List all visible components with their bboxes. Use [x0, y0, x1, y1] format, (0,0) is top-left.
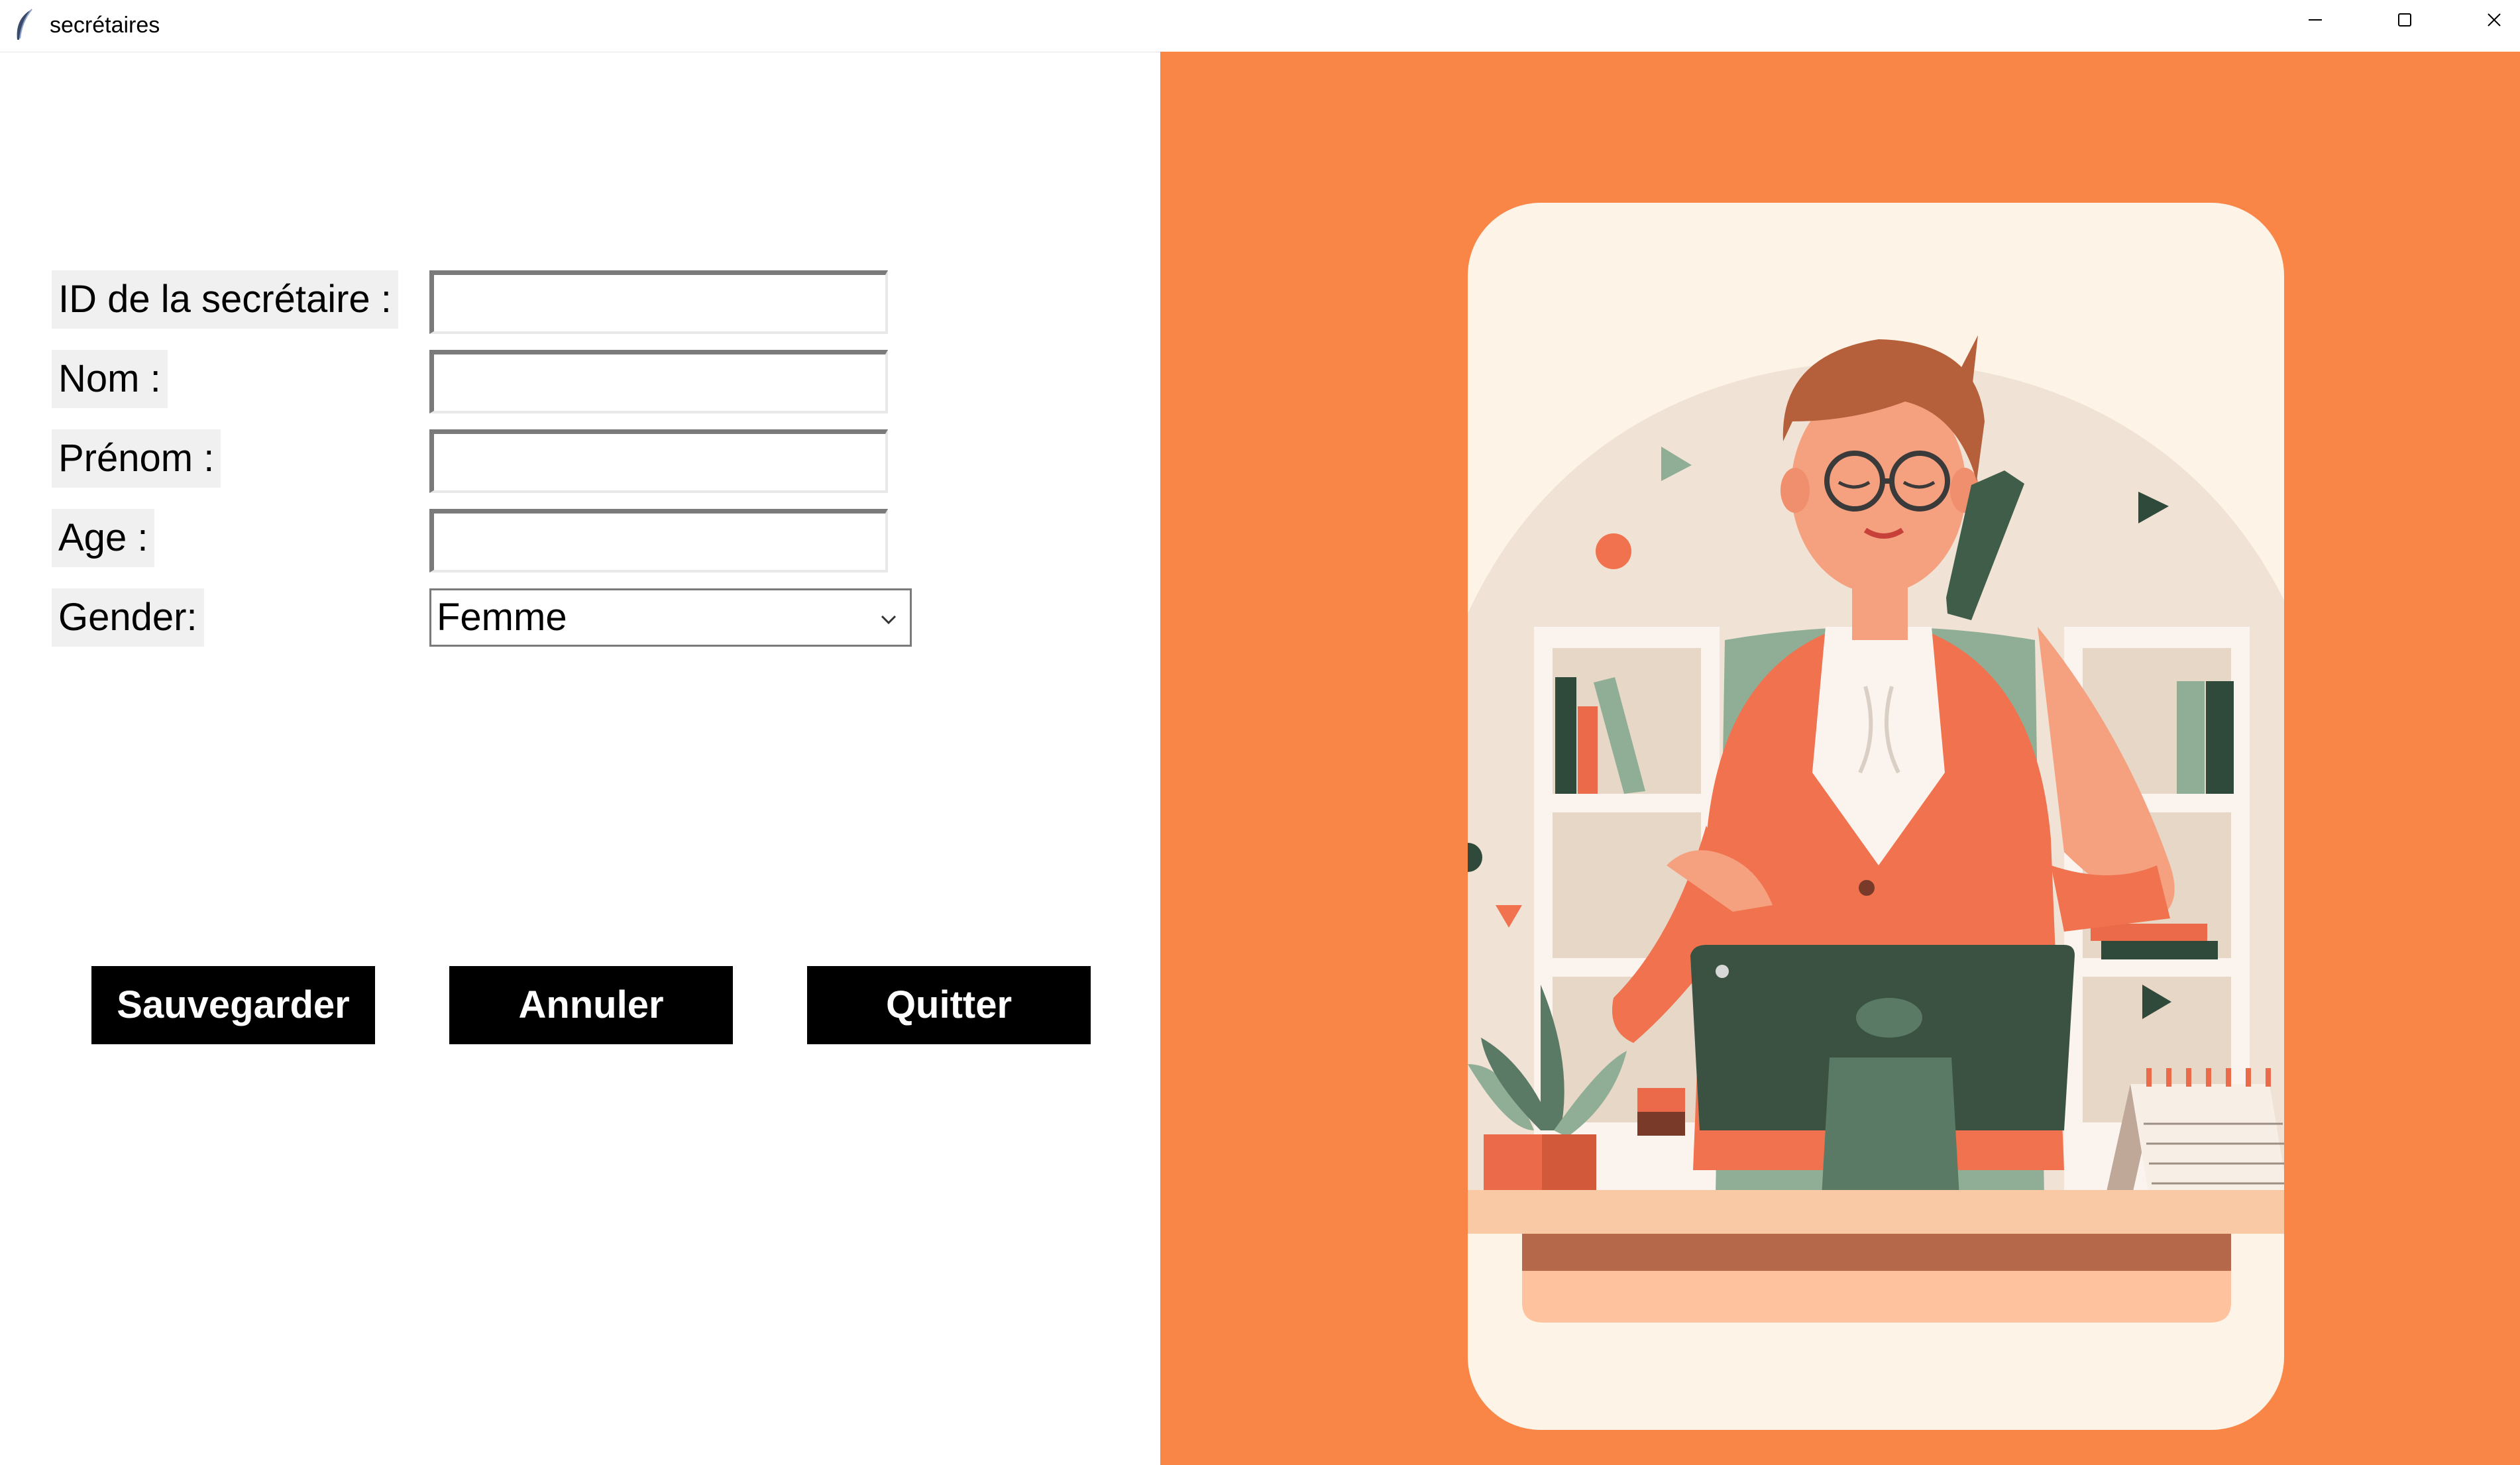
close-button[interactable]	[2450, 0, 2520, 40]
nom-label: Nom :	[52, 350, 168, 408]
maximize-icon	[2398, 13, 2411, 27]
maximize-button[interactable]	[2360, 0, 2449, 40]
save-button[interactable]: Sauvegarder	[91, 966, 375, 1044]
gender-selected-value: Femme	[437, 596, 567, 639]
cancel-button[interactable]: Annuler	[449, 966, 733, 1044]
id-label: ID de la secrétaire :	[52, 270, 398, 329]
quit-button[interactable]: Quitter	[807, 966, 1091, 1044]
chevron-down-icon	[881, 615, 897, 625]
id-field[interactable]	[429, 270, 888, 334]
age-field[interactable]	[429, 509, 888, 572]
minimize-icon	[2309, 19, 2322, 21]
title-bar: secrétaires	[0, 0, 2520, 52]
secretary-illustration	[1468, 203, 2284, 1430]
feather-icon	[12, 7, 37, 44]
minimize-button[interactable]	[2271, 0, 2360, 40]
prenom-field[interactable]	[429, 429, 888, 493]
gender-select[interactable]: Femme	[429, 588, 912, 647]
illustration-panel	[1160, 52, 2520, 1465]
window-title: secrétaires	[50, 13, 160, 38]
age-label: Age :	[52, 509, 155, 567]
nom-field[interactable]	[429, 350, 888, 413]
prenom-label: Prénom :	[52, 429, 221, 488]
close-icon	[2488, 13, 2501, 27]
gender-label: Gender:	[52, 588, 204, 647]
